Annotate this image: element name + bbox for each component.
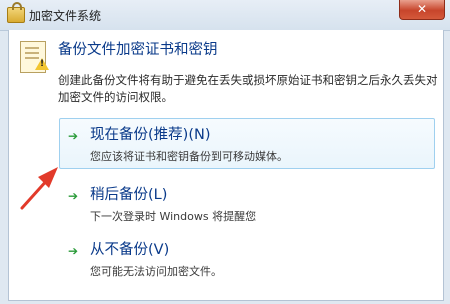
close-button[interactable]: ✕ [399,0,445,20]
option-title: 稍后备份(L) [90,187,168,203]
title-bar: 加密文件系统 ✕ [0,0,450,31]
option-backup-now[interactable]: ➔ 现在备份(推荐)(N) 您应该将证书和密钥备份到可移动媒体。 [59,118,435,169]
certificate-warning-icon [20,41,46,73]
dialog-content: 备份文件加密证书和密钥 创建此备份文件将有助于避免在丢失或损坏原始证书和密钥之后… [8,30,444,301]
description-text: 创建此备份文件将有助于避免在丢失或损坏原始证书和密钥之后永久丢失对加密文件的访问… [58,73,438,104]
green-arrow-icon: ➔ [68,129,79,143]
option-subtitle: 下一次登录时 Windows 将提醒您 [90,210,257,223]
option-subtitle: 您应该将证书和密钥备份到可移动媒体。 [90,150,288,163]
page-heading: 备份文件加密证书和密钥 [58,42,218,58]
option-backup-later[interactable]: ➔ 稍后备份(L) 下一次登录时 Windows 将提醒您 [59,178,435,229]
lock-folder-icon [7,2,25,23]
option-title: 现在备份(推荐)(N) [90,127,211,143]
window-title: 加密文件系统 [29,9,102,23]
green-arrow-icon: ➔ [68,244,79,258]
green-arrow-icon: ➔ [68,189,79,203]
option-title: 从不备份(V) [90,242,170,258]
option-never-backup[interactable]: ➔ 从不备份(V) 您可能无法访问加密文件。 [59,233,435,284]
option-subtitle: 您可能无法访问加密文件。 [90,265,222,278]
